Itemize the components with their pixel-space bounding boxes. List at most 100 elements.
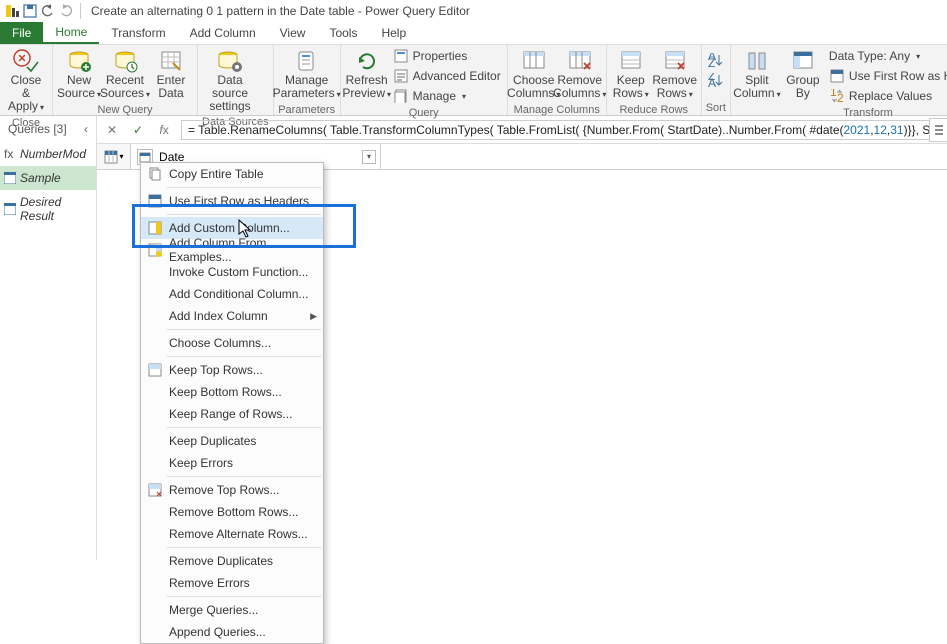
ctx-remove-bottom-rows[interactable]: Remove Bottom Rows...	[141, 501, 323, 523]
tab-tools[interactable]: Tools	[317, 22, 369, 44]
ctx-add-index-column[interactable]: Add Index Column▶	[141, 305, 323, 327]
group-new-query-label: New Query	[57, 103, 193, 117]
ctx-keep-errors[interactable]: Keep Errors	[141, 452, 323, 474]
ctx-copy-entire-table[interactable]: Copy Entire Table	[141, 163, 323, 185]
refresh-preview-button[interactable]: RefreshPreview▾	[345, 46, 389, 103]
query-item-desired-result[interactable]: Desired Result	[0, 190, 96, 228]
redo-icon[interactable]	[58, 3, 74, 19]
group-new-query: NewSource▾ RecentSources▾ EnterData New …	[53, 45, 198, 115]
ctx-invoke-custom-function[interactable]: Invoke Custom Function...	[141, 261, 323, 283]
split-column-button[interactable]: SplitColumn▾	[735, 46, 779, 103]
remove-columns-icon	[564, 48, 596, 74]
query-item-sample[interactable]: Sample	[0, 166, 96, 190]
replace-values-icon: 12	[829, 88, 845, 104]
collapse-queries-icon[interactable]: ‹	[84, 122, 88, 136]
replace-values-button[interactable]: 12Replace Values	[827, 86, 947, 106]
save-icon[interactable]	[22, 3, 38, 19]
tab-add-column[interactable]: Add Column	[178, 22, 268, 44]
first-row-headers-icon	[829, 68, 845, 84]
group-reduce-rows-label: Reduce Rows	[611, 103, 697, 117]
new-source-icon	[63, 48, 95, 74]
manage-icon	[393, 88, 409, 104]
formula-bar: ✕ ✓ fx = Table.RenameColumns( Table.Tran…	[97, 116, 947, 144]
formula-commit-button[interactable]: ✓	[129, 121, 147, 139]
first-row-headers-button[interactable]: Use First Row as Headers▾	[827, 66, 947, 86]
tab-home[interactable]: Home	[43, 22, 99, 44]
column-examples-icon	[147, 242, 163, 258]
group-by-button[interactable]: GroupBy	[781, 46, 825, 102]
ctx-remove-duplicates[interactable]: Remove Duplicates	[141, 550, 323, 572]
ctx-keep-range-rows[interactable]: Keep Range of Rows...	[141, 403, 323, 425]
data-source-settings-icon	[214, 48, 246, 74]
enter-data-button[interactable]: EnterData	[149, 46, 193, 102]
table-corner-button[interactable]: ▾	[97, 144, 131, 169]
manage-query-button[interactable]: Manage▾	[391, 86, 503, 106]
undo-icon[interactable]	[40, 3, 56, 19]
formula-input[interactable]: = Table.RenameColumns( Table.TransformCo…	[181, 120, 947, 140]
svg-text:Z: Z	[708, 56, 715, 67]
sort-asc-button[interactable]: AZ	[706, 50, 726, 70]
data-source-settings-button[interactable]: Data sourcesettings	[202, 46, 258, 115]
expand-query-settings-button[interactable]	[929, 118, 947, 142]
close-apply-icon	[10, 48, 42, 74]
new-source-button[interactable]: NewSource▾	[57, 46, 101, 103]
table-icon	[4, 203, 16, 215]
sort-desc-button[interactable]: ZA	[706, 70, 726, 90]
queries-pane: Queries [3] ‹ fxNumberMod Sample Desired…	[0, 116, 97, 560]
recent-sources-button[interactable]: RecentSources▾	[103, 46, 147, 103]
ctx-keep-top-rows[interactable]: Keep Top Rows...	[141, 359, 323, 381]
ctx-append-queries[interactable]: Append Queries...	[141, 621, 323, 643]
tab-file[interactable]: File	[0, 22, 43, 44]
ctx-add-conditional-column[interactable]: Add Conditional Column...	[141, 283, 323, 305]
formula-fx-button[interactable]: fx	[155, 121, 173, 139]
close-apply-label1: Close &	[11, 73, 42, 100]
query-item-numbermod[interactable]: fxNumberMod	[0, 142, 96, 166]
tab-help[interactable]: Help	[369, 22, 418, 44]
advanced-editor-icon	[393, 68, 409, 84]
keep-rows-icon	[615, 48, 647, 74]
ctx-remove-top-rows[interactable]: Remove Top Rows...	[141, 479, 323, 501]
split-column-icon	[741, 48, 773, 74]
group-parameters-label: Parameters	[278, 103, 336, 117]
remove-rows-button[interactable]: RemoveRows▾	[653, 46, 697, 103]
app-icon	[4, 3, 20, 19]
group-query: RefreshPreview▾ Properties Advanced Edit…	[341, 45, 508, 115]
ctx-use-first-row-headers[interactable]: Use First Row as Headers	[141, 190, 323, 212]
recent-sources-icon	[109, 48, 141, 74]
ctx-remove-errors[interactable]: Remove Errors	[141, 572, 323, 594]
data-type-button[interactable]: Data Type: Any▾	[827, 46, 947, 66]
group-sort: AZ ZA Sort	[702, 45, 731, 115]
group-sort-label: Sort	[706, 101, 726, 115]
keep-top-icon	[147, 362, 163, 378]
ctx-remove-alternate-rows[interactable]: Remove Alternate Rows...	[141, 523, 323, 545]
ctx-keep-bottom-rows[interactable]: Keep Bottom Rows...	[141, 381, 323, 403]
queries-header: Queries [3] ‹	[0, 116, 96, 142]
tab-view[interactable]: View	[268, 22, 318, 44]
sort-desc-icon: ZA	[708, 72, 724, 88]
queries-title: Queries [3]	[8, 122, 67, 136]
close-apply-button[interactable]: Close &Apply▾	[4, 46, 48, 116]
copy-icon	[147, 166, 163, 182]
group-data-sources: Data sourcesettings Data Sources	[198, 45, 274, 115]
quick-access-toolbar	[4, 3, 85, 19]
ctx-keep-duplicates[interactable]: Keep Duplicates	[141, 430, 323, 452]
group-manage-columns: ChooseColumns▾ RemoveColumns▾ Manage Col…	[508, 45, 607, 115]
properties-icon	[393, 48, 409, 64]
group-transform: SplitColumn▾ GroupBy Data Type: Any▾ Use…	[731, 45, 947, 115]
ctx-choose-columns[interactable]: Choose Columns...	[141, 332, 323, 354]
keep-rows-button[interactable]: KeepRows▾	[611, 46, 651, 103]
table-icon	[4, 172, 16, 184]
tab-transform[interactable]: Transform	[99, 22, 177, 44]
properties-button[interactable]: Properties	[391, 46, 503, 66]
formula-cancel-button[interactable]: ✕	[103, 121, 121, 139]
remove-rows-icon	[659, 48, 691, 74]
advanced-editor-button[interactable]: Advanced Editor	[391, 66, 503, 86]
ctx-merge-queries[interactable]: Merge Queries...	[141, 599, 323, 621]
ctx-add-column-from-examples[interactable]: Add Column From Examples...	[141, 239, 323, 261]
choose-columns-button[interactable]: ChooseColumns▾	[512, 46, 556, 103]
remove-columns-button[interactable]: RemoveColumns▾	[558, 46, 602, 103]
group-parameters: ManageParameters▾ Parameters	[274, 45, 341, 115]
choose-columns-icon	[518, 48, 550, 74]
manage-parameters-button[interactable]: ManageParameters▾	[278, 46, 336, 103]
column-filter-button[interactable]: ▾	[362, 150, 376, 164]
